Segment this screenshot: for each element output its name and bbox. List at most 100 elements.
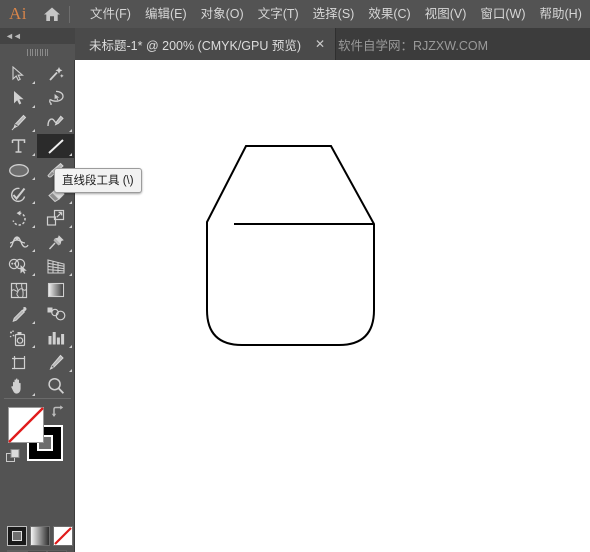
pushpin-icon (47, 234, 65, 251)
toolpanel-drag-handle[interactable] (0, 44, 75, 60)
magic-wand-tool[interactable] (37, 62, 74, 86)
menu-select[interactable]: 选择(S) (306, 3, 362, 25)
ellipse-tool[interactable] (0, 158, 37, 182)
drawing-surface[interactable] (75, 60, 590, 552)
menu-object[interactable]: 对象(O) (194, 3, 251, 25)
slice-tool[interactable] (37, 350, 74, 374)
document-tab[interactable]: 未标题-1* @ 200% (CMYK/GPU 预览) ✕ (75, 28, 337, 60)
perspective-grid-tool[interactable] (37, 254, 74, 278)
fill-swatch-none[interactable] (8, 407, 44, 443)
ai-logo: Ai (9, 4, 27, 23)
home-icon[interactable] (36, 0, 68, 28)
direct-selection-tool[interactable] (0, 86, 37, 110)
tool-row (0, 326, 75, 350)
menu-file[interactable]: 文件(F) (83, 3, 138, 25)
curvature-tool[interactable] (37, 110, 74, 134)
tool-row (0, 374, 75, 398)
shaper-icon (9, 186, 28, 203)
watermark-text: 软件自学网：RJZXW.COM (338, 38, 488, 53)
shape-builder-tool[interactable] (0, 254, 37, 278)
double-chevron-left-icon: ◄◄ (5, 30, 22, 41)
tool-corner-indicator (69, 345, 72, 348)
tool-corner-indicator (32, 225, 35, 228)
close-icon[interactable]: ✕ (315, 38, 325, 50)
illustrator-window: Ai 文件(F) 编辑(E) 对象(O) 文字(T) 选择(S) 效果(C) 视… (0, 0, 590, 552)
none-slash-icon (8, 407, 44, 443)
swap-fill-stroke-icon[interactable] (50, 404, 66, 420)
hand-tool[interactable] (0, 374, 37, 398)
menu-view[interactable]: 视图(V) (418, 3, 474, 25)
menu-type[interactable]: 文字(T) (251, 3, 306, 25)
bar-chart-icon (47, 330, 65, 346)
tool-corner-indicator (32, 393, 35, 396)
free-transform-tool[interactable] (37, 230, 74, 254)
tool-corner-indicator (69, 249, 72, 252)
tools-panel (0, 60, 75, 552)
tool-corner-indicator (32, 345, 35, 348)
tool-corner-indicator (69, 273, 72, 276)
menu-edit[interactable]: 编辑(E) (138, 3, 194, 25)
gradient-tool[interactable] (37, 278, 74, 302)
zoom-tool[interactable] (37, 374, 74, 398)
color-button[interactable] (7, 526, 27, 546)
ellipse-icon (8, 163, 30, 178)
artboard-tool[interactable] (0, 350, 37, 374)
tool-corner-indicator (32, 321, 35, 324)
tool-tooltip: 直线段工具 (\) (54, 168, 142, 193)
type-tool[interactable] (0, 134, 37, 158)
grip-dots-icon (27, 48, 48, 56)
milk-carton-outline[interactable] (206, 145, 375, 346)
mesh-icon (10, 282, 28, 299)
eyedropper-icon (10, 306, 28, 323)
tool-row (0, 110, 75, 134)
blend-icon (46, 306, 66, 322)
tool-panel-separator (4, 398, 71, 399)
menu-effect[interactable]: 效果(C) (361, 3, 417, 25)
mesh-tool[interactable] (0, 278, 37, 302)
curvature-pen-icon (46, 114, 65, 131)
panel-collapse-button[interactable]: ◄◄ (0, 28, 75, 44)
artboard-canvas[interactable] (75, 60, 590, 552)
scale-icon (46, 209, 65, 227)
line-segment-icon (46, 138, 66, 155)
symbol-sprayer-tool[interactable] (0, 326, 37, 350)
column-graph-tool[interactable] (37, 326, 74, 350)
scale-tool[interactable] (37, 206, 74, 230)
artboard-icon (10, 354, 28, 371)
type-t-icon (11, 138, 26, 154)
direct-selection-arrow-icon (12, 90, 25, 106)
rotate-tool[interactable] (0, 206, 37, 230)
tool-row (0, 350, 75, 374)
width-tool[interactable] (0, 230, 37, 254)
hand-icon (10, 377, 28, 395)
tool-corner-indicator (32, 153, 35, 156)
gradient-button[interactable] (30, 526, 50, 546)
tool-corner-indicator (32, 177, 35, 180)
blend-tool[interactable] (37, 302, 74, 326)
shaper-tool[interactable] (0, 182, 37, 206)
tool-row (0, 62, 75, 86)
eyedropper-tool[interactable] (0, 302, 37, 326)
width-icon (9, 234, 29, 250)
pen-tool[interactable] (0, 110, 37, 134)
symbol-sprayer-icon (9, 329, 28, 347)
menu-help[interactable]: 帮助(H) (533, 3, 589, 25)
selection-tool[interactable] (0, 62, 37, 86)
tool-corner-indicator (69, 201, 72, 204)
pen-nib-icon (10, 114, 27, 131)
menu-window[interactable]: 窗口(W) (473, 3, 532, 25)
default-fill-stroke-icon[interactable] (6, 449, 21, 464)
magic-wand-icon (47, 66, 64, 82)
tool-row (0, 302, 75, 326)
lasso-tool[interactable] (37, 86, 74, 110)
menu-bar: Ai 文件(F) 编辑(E) 对象(O) 文字(T) 选择(S) 效果(C) 视… (0, 0, 590, 28)
tool-corner-indicator (32, 105, 35, 108)
tool-corner-indicator (69, 153, 72, 156)
tool-corner-indicator (32, 129, 35, 132)
none-button[interactable] (53, 526, 73, 546)
line-segment-tool[interactable] (37, 134, 74, 158)
tool-row (0, 86, 75, 110)
perspective-grid-icon (46, 258, 66, 275)
fill-stroke-controls (0, 401, 75, 476)
color-mode-buttons (7, 526, 73, 546)
